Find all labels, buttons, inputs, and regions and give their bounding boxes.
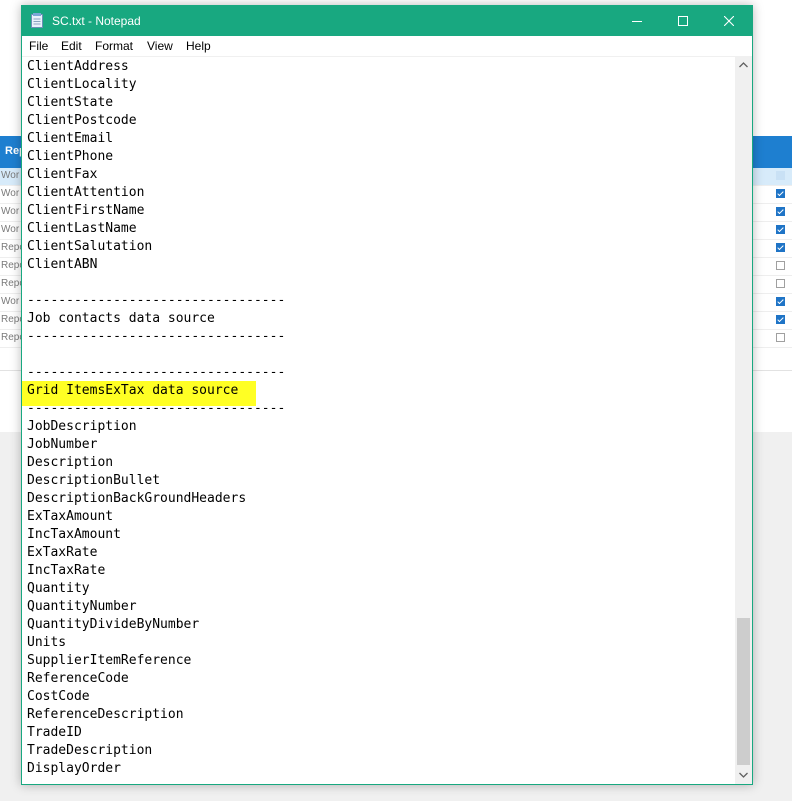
notepad-icon <box>31 13 43 28</box>
text-line: IncTaxRate <box>27 563 106 578</box>
text-line: QuantityNumber <box>27 599 137 614</box>
close-icon <box>724 16 734 26</box>
text-line: JobDescription <box>27 419 137 434</box>
scroll-down-button[interactable] <box>735 767 752 784</box>
text-line: ClientLocality <box>27 77 137 92</box>
background-row-checkbox <box>776 315 785 324</box>
text-line: DescriptionBackGroundHeaders <box>27 491 247 506</box>
menu-edit[interactable]: Edit <box>61 39 82 53</box>
text-line: DisplayOrder <box>27 761 121 776</box>
background-row-checkbox <box>776 243 785 252</box>
text-line: ClientPostcode <box>27 113 137 128</box>
text-line: IncTaxAmount <box>27 527 121 542</box>
title-bar[interactable]: SC.txt - Notepad <box>22 6 752 36</box>
text-line: CostCode <box>27 689 90 704</box>
window-title: SC.txt - Notepad <box>52 14 141 28</box>
text-line <box>27 346 285 364</box>
text-line: ReferenceCode <box>27 671 129 686</box>
text-line: --------------------------------- <box>27 293 286 308</box>
menu-file[interactable]: File <box>29 39 48 53</box>
chevron-up-icon <box>739 62 748 68</box>
text-line: ReferenceDescription <box>27 707 184 722</box>
text-line: ClientEmail <box>27 131 114 146</box>
text-line: --------------------------------- <box>27 329 286 344</box>
text-line: ExTaxRate <box>27 545 98 560</box>
maximize-button[interactable] <box>660 6 706 36</box>
text-line: ClientAttention <box>27 185 145 200</box>
scroll-thumb[interactable] <box>737 618 750 765</box>
text-line: TradeID <box>27 725 82 740</box>
text-line: JobNumber <box>27 437 98 452</box>
text-line: ClientSalutation <box>27 239 153 254</box>
highlighted-text-line: Grid ItemsExTax data source <box>27 383 239 398</box>
text-line: ClientLastName <box>27 221 137 236</box>
text-line <box>27 274 285 292</box>
text-line: ClientFirstName <box>27 203 145 218</box>
editor-text: ClientAddress ClientLocality ClientState Cl… <box>27 58 285 778</box>
background-row-checkbox <box>776 279 785 288</box>
vertical-scrollbar[interactable] <box>735 57 752 784</box>
text-line: QuantityDivideByNumber <box>27 617 200 632</box>
minimize-icon <box>632 21 642 22</box>
text-line: Quantity <box>27 581 90 596</box>
text-line: Units <box>27 635 67 650</box>
text-line: ClientAddress <box>27 59 129 74</box>
menu-view[interactable]: View <box>147 39 173 53</box>
text-line: ClientPhone <box>27 149 114 164</box>
background-row-label: Wor <box>1 170 20 181</box>
background-row-label: Wor <box>1 296 20 307</box>
notepad-window: SC.txt - Notepad File Edit Format View H… <box>21 5 753 785</box>
maximize-icon <box>678 16 688 26</box>
background-row-label: Wor <box>1 206 20 217</box>
background-row-checkbox <box>776 171 785 180</box>
background-row-checkbox <box>776 225 785 234</box>
menu-bar: File Edit Format View Help <box>22 36 752 57</box>
text-line: ClientFax <box>27 167 98 182</box>
text-editor[interactable]: ClientAddress ClientLocality ClientState Cl… <box>22 57 735 784</box>
text-line: ClientABN <box>27 257 98 272</box>
background-row-label: Wor <box>1 188 20 199</box>
text-line: SupplierItemReference <box>27 653 192 668</box>
menu-help[interactable]: Help <box>186 39 211 53</box>
menu-format[interactable]: Format <box>95 39 133 53</box>
text-line: --------------------------------- <box>27 401 286 416</box>
minimize-button[interactable] <box>614 6 660 36</box>
text-line: ClientState <box>27 95 114 110</box>
background-row-checkbox <box>776 261 785 270</box>
close-button[interactable] <box>706 6 752 36</box>
scroll-up-button[interactable] <box>735 57 752 74</box>
text-line: --------------------------------- <box>27 365 286 380</box>
background-row-checkbox <box>776 207 785 216</box>
text-line: DescriptionBullet <box>27 473 161 488</box>
background-row-checkbox <box>776 189 785 198</box>
text-line: TradeDescription <box>27 743 153 758</box>
text-line: Description <box>27 455 114 470</box>
text-line: Job contacts data source <box>27 311 215 326</box>
background-row-checkbox <box>776 297 785 306</box>
background-row-label: Wor <box>1 224 20 235</box>
background-row-checkbox <box>776 333 785 342</box>
chevron-down-icon <box>739 772 748 778</box>
text-line: ExTaxAmount <box>27 509 114 524</box>
